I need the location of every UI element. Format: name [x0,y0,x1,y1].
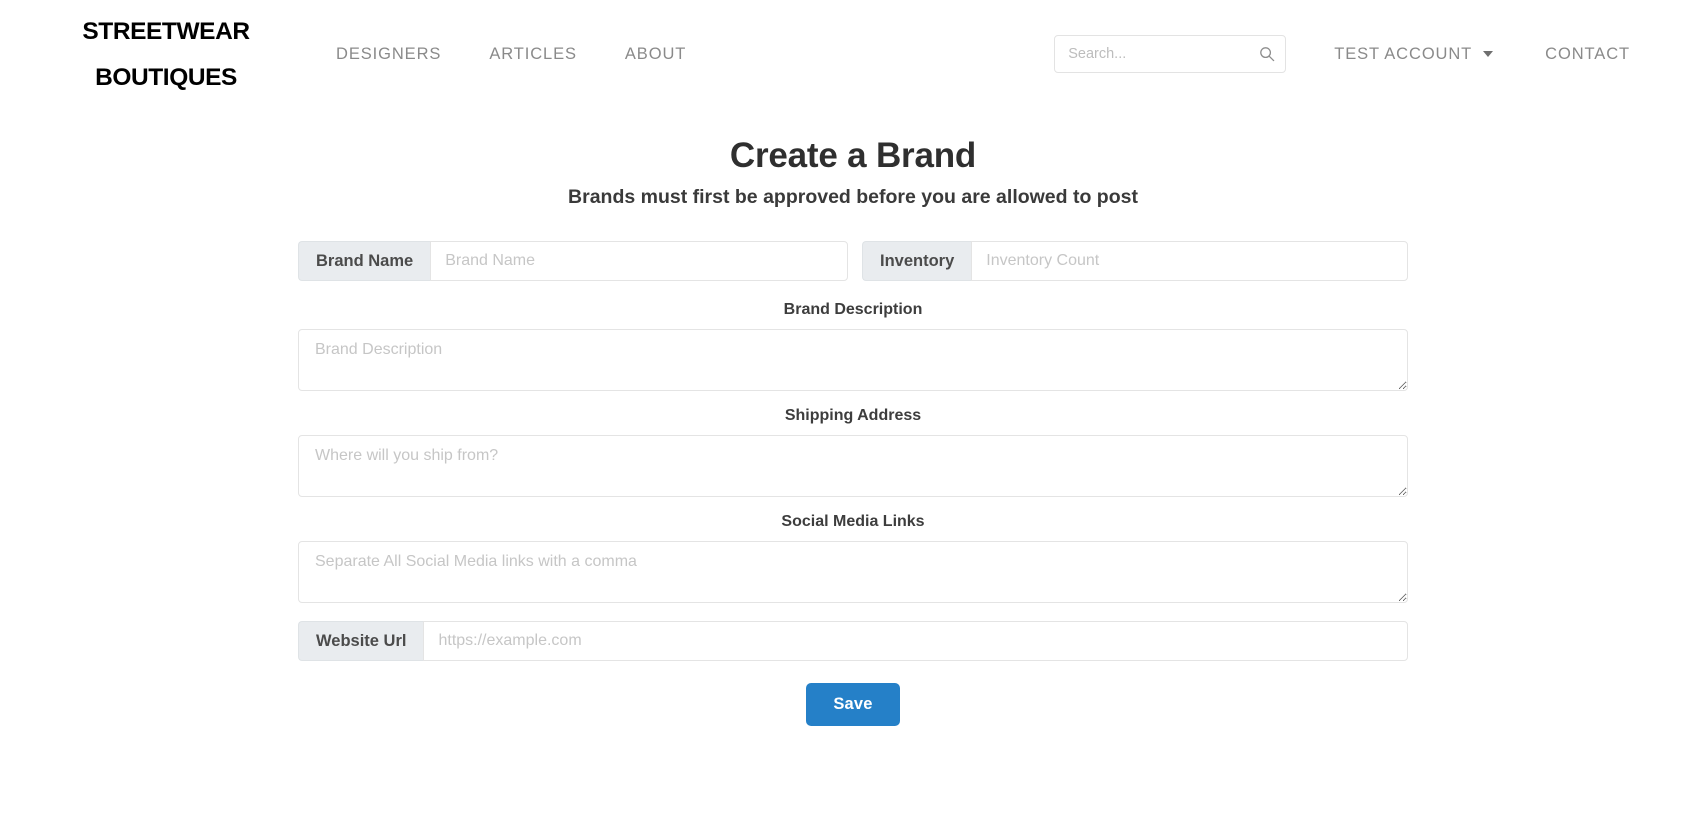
shipping-address-block: Shipping Address [298,407,1408,497]
shipping-address-label: Shipping Address [784,407,922,424]
brand-description-textarea[interactable] [298,329,1408,391]
page-root: STREETWEAR BOUTIQUES DESIGNERS ARTICLES … [0,0,1706,825]
brand-name-input[interactable] [430,241,848,281]
social-media-links-textarea[interactable] [298,541,1408,603]
brand-description-label: Brand Description [783,301,923,318]
logo-line-1: STREETWEAR [82,17,250,45]
search-input[interactable] [1054,35,1287,73]
inventory-label: Inventory [862,241,972,281]
account-menu-label: TEST ACCOUNT [1334,44,1473,63]
search-box [1054,35,1287,73]
inventory-input[interactable] [971,241,1408,281]
main-content: Create a Brand Brands must first be appr… [0,108,1706,726]
page-title: Create a Brand [729,136,977,175]
account-menu[interactable]: TEST ACCOUNT [1324,39,1503,70]
logo-line-2: BOUTIQUES [95,63,237,91]
primary-nav: DESIGNERS ARTICLES ABOUT [312,39,710,70]
website-url-group: Website Url [298,621,1408,661]
social-media-links-label: Social Media Links [781,513,925,530]
secondary-nav: TEST ACCOUNT CONTACT [1324,39,1644,70]
shipping-address-textarea[interactable] [298,435,1408,497]
nav-item-contact[interactable]: CONTACT [1531,39,1644,70]
save-button[interactable]: Save [806,683,900,726]
inventory-group: Inventory [862,241,1408,281]
brand-description-block: Brand Description [298,301,1408,391]
website-url-label: Website Url [298,621,424,661]
nav-item-designers[interactable]: DESIGNERS [312,39,465,70]
create-brand-form: Brand Name Inventory Brand Description S… [298,241,1408,726]
nav-item-about[interactable]: ABOUT [601,39,710,70]
site-logo[interactable]: STREETWEAR BOUTIQUES [82,0,250,112]
search-icon[interactable] [1259,46,1275,62]
nav-item-articles[interactable]: ARTICLES [465,39,601,70]
form-actions: Save [298,683,1408,726]
brand-name-label: Brand Name [298,241,431,281]
site-header: STREETWEAR BOUTIQUES DESIGNERS ARTICLES … [0,0,1706,108]
page-subtitle: Brands must first be approved before you… [568,186,1138,208]
chevron-down-icon [1483,51,1494,57]
row-website-url: Website Url [298,621,1408,661]
row-name-inventory: Brand Name Inventory [298,241,1408,281]
social-media-links-block: Social Media Links [298,513,1408,603]
website-url-input[interactable] [423,621,1408,661]
brand-name-group: Brand Name [298,241,848,281]
